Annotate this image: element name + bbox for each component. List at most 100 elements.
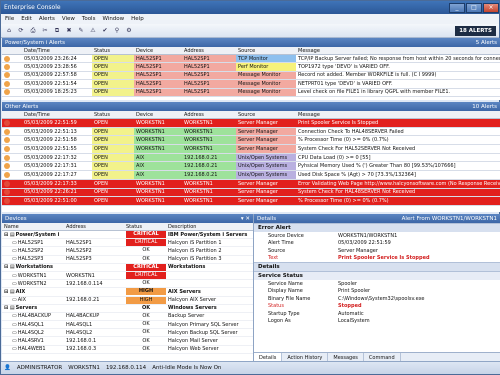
alert-row[interactable]: 05/03/2009 18:25:23 OPEN HAL52SP1 HAL52SP1 M… — [2, 88, 500, 97]
device-group[interactable]: ⊟ ▤ Servers OK Windows Servers — [2, 304, 253, 313]
check-icon[interactable]: ✔ — [100, 26, 110, 36]
cut-icon[interactable]: ✂ — [40, 26, 50, 36]
alert-icon[interactable]: ⚠ — [88, 26, 98, 36]
alert-row[interactable]: 05/03/2009 22:17:27 OPEN AIX 192.168.0.21 Un… — [2, 171, 500, 180]
device-description: Workstations — [168, 264, 206, 271]
delete-icon[interactable]: ✖ — [64, 26, 74, 36]
device-group[interactable]: ⊟ ▤ Power/System i CRITICAL IBM Power/Syst… — [2, 231, 253, 240]
device-row[interactable]: ▭ WORKSTN1 WORKSTN1 CRITICAL — [2, 272, 253, 281]
cell-msg: % Processor Time (0) >= 0% (0.7%) — [298, 198, 389, 205]
copy-icon[interactable]: ⧉ — [52, 26, 62, 36]
alert-row[interactable]: 05/03/2009 22:51:00 OPEN WORKSTN1 WORKSTN1 S… — [2, 197, 500, 206]
close-button[interactable]: × — [483, 2, 499, 13]
detail-field-label: Binary File Name — [268, 295, 311, 302]
menu-alerts[interactable]: Alerts — [39, 16, 55, 22]
alert-row[interactable]: 05/03/2009 22:57:58 OPEN HAL52SP1 HAL52SP1 M… — [2, 71, 500, 81]
power-alerts-title: Power/System i Alerts — [5, 39, 65, 46]
alert-row[interactable]: 05/03/2009 22:17:31 OPEN AIX 192.168.0.21 Un… — [2, 162, 500, 172]
device-row[interactable]: ▭ HAL52SP2 HAL52SP2 OK Halcyon iS Partition… — [2, 247, 253, 256]
col-description[interactable]: Description — [166, 223, 253, 230]
device-status-cell: OK — [124, 337, 166, 345]
severity-icon — [4, 189, 10, 196]
device-description: Halcyon Mail Server — [168, 338, 218, 345]
device-name: ▭ HAL52SP2 — [2, 247, 64, 254]
device-row[interactable]: ▭ HAL4BACKUP HAL4BACKUP OK Backup Server — [2, 312, 253, 322]
device-group[interactable]: ⊟ ▤ Workstations CRITICAL Workstations — [2, 263, 253, 272]
col-status[interactable]: Status — [124, 223, 166, 230]
cell-addr: WORKSTN1 — [182, 145, 236, 153]
col-source[interactable]: Source — [236, 111, 296, 118]
print-icon[interactable]: ⎙ — [28, 26, 38, 36]
col-address[interactable]: Address — [182, 111, 236, 118]
device-name: ▭ AIX — [2, 297, 64, 304]
device-row[interactable]: ▭ HAL52SP1 HAL52SP1 CRITICAL Halcyon iS Par… — [2, 239, 253, 248]
menu-file[interactable]: File — [5, 16, 14, 22]
other-alerts-table: 05/03/2009 22:51:59 OPEN WORKSTN1 WORKSTN1 S… — [2, 119, 500, 206]
device-row[interactable]: ▭ HAL4SQL2 HAL4SQL2 OK Halcyon Backup SQL S… — [2, 329, 253, 338]
device-status-cell: HIGH — [124, 296, 166, 304]
filter-icon[interactable]: ⚲ — [112, 26, 122, 36]
device-address — [64, 288, 124, 295]
alert-icon — [2, 63, 22, 71]
alert-row[interactable]: 05/03/2009 22:26:21 OPEN WORKSTN1 WORKSTN1 S… — [2, 188, 500, 198]
menu-bar: File Edit Alerts View Tools Window Help — [1, 14, 499, 24]
status-host: WORKSTN1 — [68, 365, 100, 371]
details-section[interactable]: Details — [254, 262, 500, 271]
device-group[interactable]: ⊟ ▤ AIX HIGH AIX Servers — [2, 288, 253, 297]
app-window: Enterprise Console _ □ × File Edit Alert… — [0, 0, 500, 375]
menu-window[interactable]: Window — [102, 16, 124, 22]
device-row[interactable]: ▭ AIX 192.168.0.21 HIGH Halcyon AIX Server — [2, 296, 253, 305]
refresh-icon[interactable]: ⟳ — [16, 26, 26, 36]
device-row[interactable]: ▭ HAL4WEB1 192.168.0.3 OK Halcyon Web Serve… — [2, 345, 253, 354]
detail-field-label: Source — [268, 247, 286, 254]
service-status-fields: Service Name Spooler Display Name Print Spo… — [254, 280, 500, 325]
col-source[interactable]: Source — [236, 47, 296, 54]
col-device[interactable]: Device — [134, 47, 182, 54]
cell-msg: NETPRT01 type 'DEVD' is VARIED OFF. — [298, 80, 393, 87]
device-row[interactable]: ▭ WORKSTN2 192.168.0.114 OK — [2, 280, 253, 289]
device-row[interactable]: ▭ HAL52SP3 HAL52SP3 OK Halcyon iS Partition… — [2, 255, 253, 264]
alert-row[interactable]: 05/03/2009 22:51:58 OPEN WORKSTN1 WORKSTN1 S… — [2, 136, 500, 146]
settings-icon[interactable]: ⚙ — [124, 26, 134, 36]
col-message[interactable]: Message — [296, 111, 500, 118]
severity-icon — [4, 171, 10, 178]
col-message[interactable]: Message — [296, 47, 500, 54]
minimize-button[interactable]: _ — [449, 2, 465, 13]
device-row[interactable]: ▭ HAL4SQL1 HAL4SQL1 OK Halcyon Primary SQL … — [2, 321, 253, 330]
col-datetime[interactable]: Date/Time — [22, 47, 92, 54]
col-device[interactable]: Device — [134, 111, 182, 118]
alert-row[interactable]: 05/03/2009 23:28:56 OPEN HAL52SP1 HAL52SP1 P… — [2, 63, 500, 72]
error-alert-section[interactable]: Error Alert — [254, 223, 500, 232]
edit-icon[interactable]: ✎ — [76, 26, 86, 36]
menu-view[interactable]: View — [62, 16, 75, 22]
alert-row[interactable]: 05/03/2009 23:26:24 OPEN HAL52SP1 HAL52SP1 T… — [2, 55, 500, 64]
device-status: OK — [126, 345, 166, 353]
col-datetime[interactable]: Date/Time — [22, 111, 92, 118]
menu-edit[interactable]: Edit — [21, 16, 32, 22]
pin-icon[interactable]: ▾ ✕ — [241, 216, 250, 222]
alert-row[interactable]: 05/03/2009 22:51:54 OPEN HAL52SP1 HAL52SP1 M… — [2, 80, 500, 89]
maximize-button[interactable]: □ — [466, 2, 482, 13]
cell-addr: 192.168.0.21 — [182, 153, 236, 162]
device-icon: ⊟ ▤ — [4, 231, 15, 238]
alert-row[interactable]: 05/03/2009 22:17:33 OPEN WORKSTN1 WORKSTN1 S… — [2, 179, 500, 189]
cell-dev: WORKSTN1 — [136, 189, 165, 196]
alert-row[interactable]: 05/03/2009 22:51:55 OPEN WORKSTN1 WORKSTN1 S… — [2, 145, 500, 154]
col-address[interactable]: Address — [64, 223, 124, 230]
alert-row[interactable]: 05/03/2009 22:51:13 OPEN WORKSTN1 WORKSTN1 S… — [2, 127, 500, 137]
alert-row[interactable]: 05/03/2009 22:17:32 OPEN AIX 192.168.0.21 Un… — [2, 153, 500, 163]
col-name[interactable]: Name — [2, 223, 64, 230]
device-name-text: Servers — [15, 305, 38, 312]
col-status[interactable]: Status — [92, 47, 134, 54]
device-row[interactable]: ▭ HAL4SRV1 192.168.0.1 OK Halcyon Mail Serv… — [2, 337, 253, 346]
severity-icon — [4, 119, 10, 126]
alert-row[interactable]: 05/03/2009 22:51:59 OPEN WORKSTN1 WORKSTN1 S… — [2, 119, 500, 128]
cell-st: OPEN — [92, 71, 134, 80]
col-address[interactable]: Address — [182, 47, 236, 54]
home-icon[interactable]: ⌂ — [4, 26, 14, 36]
service-status-section[interactable]: Service Status — [254, 271, 500, 280]
col-status[interactable]: Status — [92, 111, 134, 118]
menu-help[interactable]: Help — [131, 16, 144, 22]
menu-tools[interactable]: Tools — [82, 16, 96, 22]
device-icon: ▭ — [12, 338, 17, 345]
